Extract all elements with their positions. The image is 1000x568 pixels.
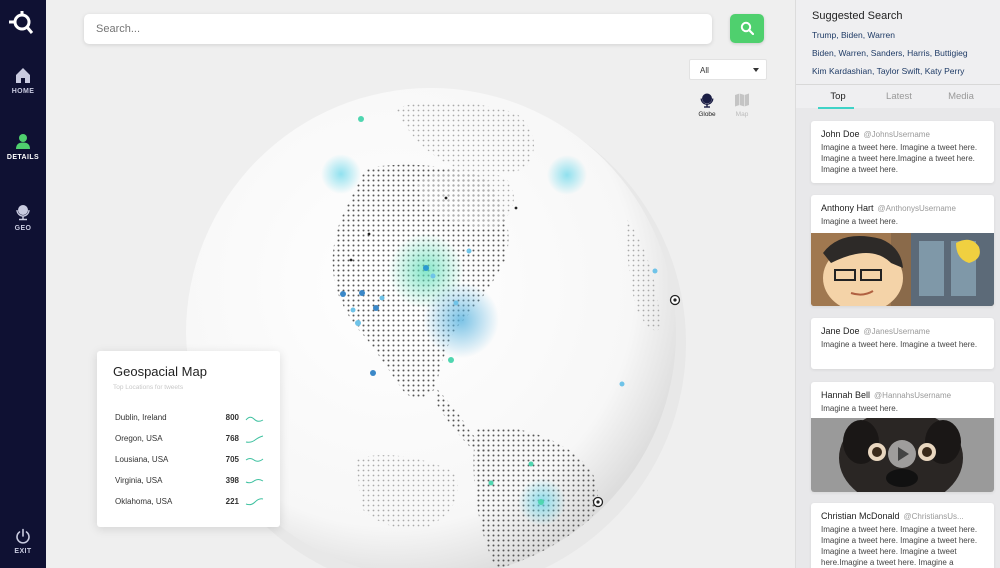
geo-row[interactable]: Virginia, USA 398 xyxy=(115,475,265,489)
nav-home-label: HOME xyxy=(11,88,35,95)
tweet-author[interactable]: John Doe xyxy=(821,129,860,139)
logo-icon[interactable] xyxy=(5,8,35,38)
filter-select[interactable]: All xyxy=(689,59,767,80)
tweet-card[interactable]: Anthony Hart @AnthonysUsername Imagine a … xyxy=(811,195,994,306)
tweet-handle[interactable]: @HannahsUsername xyxy=(874,391,951,400)
tweet-text: Imagine a tweet here. Imagine a tweet he… xyxy=(821,340,978,349)
globe-icon xyxy=(700,93,714,108)
nav-exit[interactable]: EXIT xyxy=(0,528,46,555)
tab-latest[interactable]: Latest xyxy=(869,91,929,102)
suggested-search-link[interactable]: Kim Kardashian, Taylor Swift, Katy Perry xyxy=(812,66,964,76)
tweet-author[interactable]: Jane Doe xyxy=(821,326,860,336)
sparkline-icon xyxy=(245,498,264,506)
tab-media[interactable]: Media xyxy=(931,91,991,102)
suggested-search-link[interactable]: Trump, Biden, Warren xyxy=(812,30,895,40)
geo-location: Oregon, USA xyxy=(115,434,163,443)
search-input[interactable] xyxy=(84,14,712,44)
suggested-search-link[interactable]: Biden, Warren, Sanders, Harris, Buttigie… xyxy=(812,48,968,58)
geo-count: 800 xyxy=(225,413,239,422)
nav-home[interactable]: HOME xyxy=(0,66,46,95)
sparkline-icon xyxy=(245,458,264,462)
tweet-card[interactable]: Hannah Bell @HannahsUsername Imagine a tw… xyxy=(811,382,994,492)
left-nav: HOME DETAILS GEO EXIT xyxy=(0,0,46,568)
search-bar xyxy=(84,14,712,44)
tweet-handle[interactable]: @JanesUsername xyxy=(864,327,930,336)
nav-geo-label: GEO xyxy=(14,225,32,232)
tweet-handle[interactable]: @AnthonysUsername xyxy=(878,204,956,213)
geo-row[interactable]: Oklahoma, USA 221 xyxy=(115,496,265,510)
geo-location: Virginia, USA xyxy=(115,476,163,485)
geo-card-subtitle: Top Locations for tweets xyxy=(113,384,184,391)
nav-details-label: DETAILS xyxy=(6,154,40,161)
tweet-text: Imagine a tweet here. xyxy=(821,404,898,413)
tweet-text: Imagine a tweet here. Imagine a tweet he… xyxy=(821,525,978,567)
tweet-text: Imagine a tweet here. xyxy=(821,217,898,226)
tweet-author[interactable]: Hannah Bell xyxy=(821,390,870,400)
geo-row[interactable]: Dublin, Ireland 800 xyxy=(115,412,265,426)
geo-card-title: Geospacial Map xyxy=(113,364,207,379)
tweet-author[interactable]: Christian McDonald xyxy=(821,511,900,521)
map-icon xyxy=(735,93,749,107)
feed-tabs: Top Latest Media xyxy=(796,84,1000,109)
tweet-video[interactable] xyxy=(811,418,994,492)
view-globe-button[interactable]: Globe xyxy=(692,92,722,118)
nav-exit-label: EXIT xyxy=(14,548,32,555)
geo-count: 705 xyxy=(225,455,239,464)
sparkline-icon xyxy=(245,416,264,422)
suggested-search-title: Suggested Search xyxy=(812,10,903,22)
geo-count: 768 xyxy=(225,434,239,443)
active-tab-indicator xyxy=(818,107,854,109)
tweet-handle[interactable]: @ChristiansUs... xyxy=(904,512,964,521)
nav-details[interactable]: DETAILS xyxy=(0,132,46,161)
sparkline-icon xyxy=(245,479,264,484)
search-button[interactable] xyxy=(730,14,764,43)
view-globe-label: Globe xyxy=(698,111,716,118)
tweet-card[interactable]: Christian McDonald @ChristiansUs... Imagi… xyxy=(811,503,994,568)
main-area: All Globe Map xyxy=(46,0,795,568)
nav-geo[interactable]: GEO xyxy=(0,203,46,232)
chevron-down-icon xyxy=(753,68,759,72)
tweet-image[interactable] xyxy=(811,233,994,306)
geo-location: Dublin, Ireland xyxy=(115,413,167,422)
tab-top[interactable]: Top xyxy=(808,91,868,102)
geospacial-map-card: Geospacial Map Top Locations for tweets … xyxy=(97,351,280,527)
user-icon xyxy=(16,134,30,149)
view-map-label: Map xyxy=(735,111,749,118)
power-icon xyxy=(16,528,30,544)
geo-location: Lousiana, USA xyxy=(115,455,169,464)
view-map-button[interactable]: Map xyxy=(727,92,757,118)
right-panel: Suggested Search Trump, Biden, Warren Bi… xyxy=(795,0,1000,568)
tweet-handle[interactable]: @JohnsUsername xyxy=(864,130,930,139)
tweet-author[interactable]: Anthony Hart xyxy=(821,203,874,213)
geo-row[interactable]: Oregon, USA 768 xyxy=(115,433,265,447)
tweet-card[interactable]: Jane Doe @JanesUsername Imagine a tweet h… xyxy=(811,318,994,369)
filter-value: All xyxy=(700,66,709,75)
geo-row[interactable]: Lousiana, USA 705 xyxy=(115,454,265,468)
home-icon xyxy=(16,68,30,83)
geo-count: 221 xyxy=(225,497,239,506)
globe-stand-icon xyxy=(16,205,30,221)
sparkline-icon xyxy=(245,435,264,443)
geo-count: 398 xyxy=(225,476,239,485)
tweet-card[interactable]: John Doe @JohnsUsername Imagine a tweet h… xyxy=(811,121,994,183)
search-icon xyxy=(740,21,754,35)
geo-location: Oklahoma, USA xyxy=(115,497,173,506)
tweet-text: Imagine a tweet here. Imagine a tweet he… xyxy=(821,143,978,174)
